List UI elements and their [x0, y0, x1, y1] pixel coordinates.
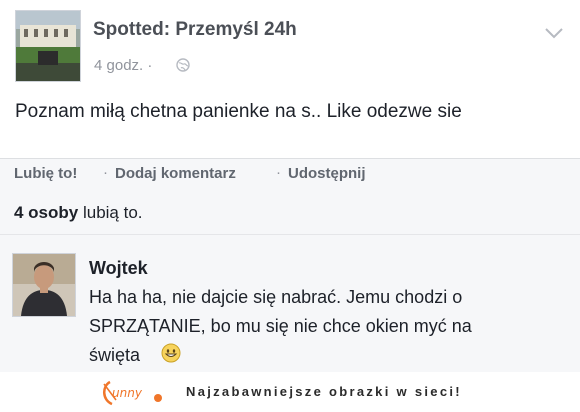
action-separator: ·: [276, 164, 281, 181]
footer-slogan: Najzabawniejsze obrazki w sieci!: [186, 384, 462, 399]
page-avatar[interactable]: [15, 10, 81, 82]
post-card: Spotted: Przemyśl 24h 4 godz. · Poznam m…: [0, 0, 580, 158]
likes-suffix: lubią to.: [78, 203, 143, 222]
commenter-avatar[interactable]: [12, 253, 76, 317]
smiley-icon: [161, 343, 181, 363]
comment-button[interactable]: Dodaj komentarz: [115, 165, 236, 182]
post-action-bar: Lubię to! · Dodaj komentarz · Udostępnij: [0, 158, 580, 191]
comment-author[interactable]: Wojtek: [89, 258, 148, 279]
likes-count[interactable]: 4 osoby: [14, 203, 78, 222]
likes-summary: 4 osoby lubią to.: [0, 190, 580, 235]
funny-logo: unny: [103, 380, 162, 406]
svg-text:unny: unny: [112, 386, 143, 400]
post-timestamp[interactable]: 4 godz. ·: [94, 57, 152, 74]
action-separator: ·: [103, 164, 108, 181]
comment: Wojtek Ha ha ha, nie dajcie się nabrać. …: [0, 235, 580, 375]
comment-text-line: SPRZĄTANIE, bo mu się nie chce okien myć…: [89, 316, 472, 336]
post-text: Poznam miłą chetna panienke na s.. Like …: [15, 101, 462, 122]
globe-icon: [176, 58, 190, 72]
comment-text-line: święta: [89, 345, 141, 365]
share-button[interactable]: Udostępnij: [288, 165, 366, 182]
likes-text[interactable]: 4 osoby lubią to.: [14, 203, 143, 223]
page-name[interactable]: Spotted: Przemyśl 24h: [93, 19, 297, 41]
chevron-down-icon[interactable]: [543, 26, 565, 40]
like-button[interactable]: Lubię to!: [14, 165, 77, 182]
watermark-footer: unny Najzabawniejsze obrazki w sieci!: [0, 372, 580, 412]
comment-text-line: Ha ha ha, nie dajcie się nabrać. Jemu ch…: [89, 287, 463, 307]
